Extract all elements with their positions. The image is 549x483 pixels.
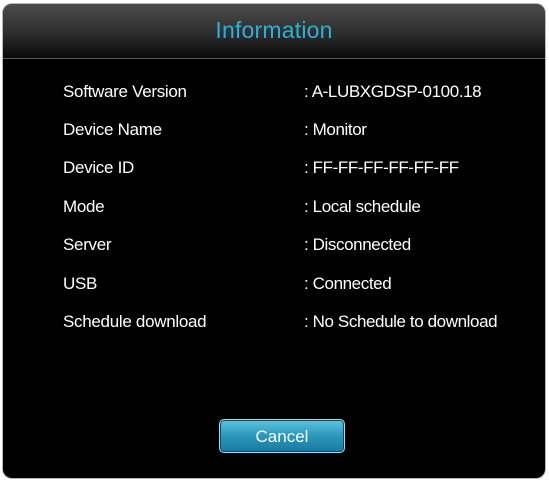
info-value: : Disconnected [304, 235, 411, 254]
info-value: : Local schedule [304, 197, 421, 216]
dialog-title: Information [215, 17, 333, 43]
cancel-button[interactable]: Cancel [219, 419, 345, 453]
info-row-schedule-download: Schedule download : No Schedule to downl… [63, 312, 543, 336]
info-label: Software Version [63, 82, 187, 101]
info-label: USB [63, 274, 98, 293]
info-label: Server [63, 235, 112, 254]
info-row-software-version: Software Version : A-LUBXGDSP-0100.18 [63, 82, 543, 106]
info-row-server: Server : Disconnected [63, 235, 543, 259]
info-label: Device Name [63, 120, 162, 139]
info-row-device-id: Device ID : FF-FF-FF-FF-FF-FF [63, 158, 543, 182]
info-label: Mode [63, 197, 105, 216]
info-value: : Connected [304, 274, 392, 293]
information-dialog: Information Software Version : A-LUBXGDS… [3, 4, 545, 478]
info-row-mode: Mode : Local schedule [63, 197, 543, 221]
info-value: : A-LUBXGDSP-0100.18 [304, 82, 482, 101]
info-value: : FF-FF-FF-FF-FF-FF [304, 158, 459, 177]
info-value: : No Schedule to download [304, 312, 498, 331]
info-label: Device ID [63, 158, 134, 177]
info-value: : Monitor [304, 120, 367, 139]
dialog-title-bar: Information [3, 4, 545, 59]
info-row-usb: USB : Connected [63, 274, 543, 298]
info-label: Schedule download [63, 312, 207, 331]
info-row-device-name: Device Name : Monitor [63, 120, 543, 144]
